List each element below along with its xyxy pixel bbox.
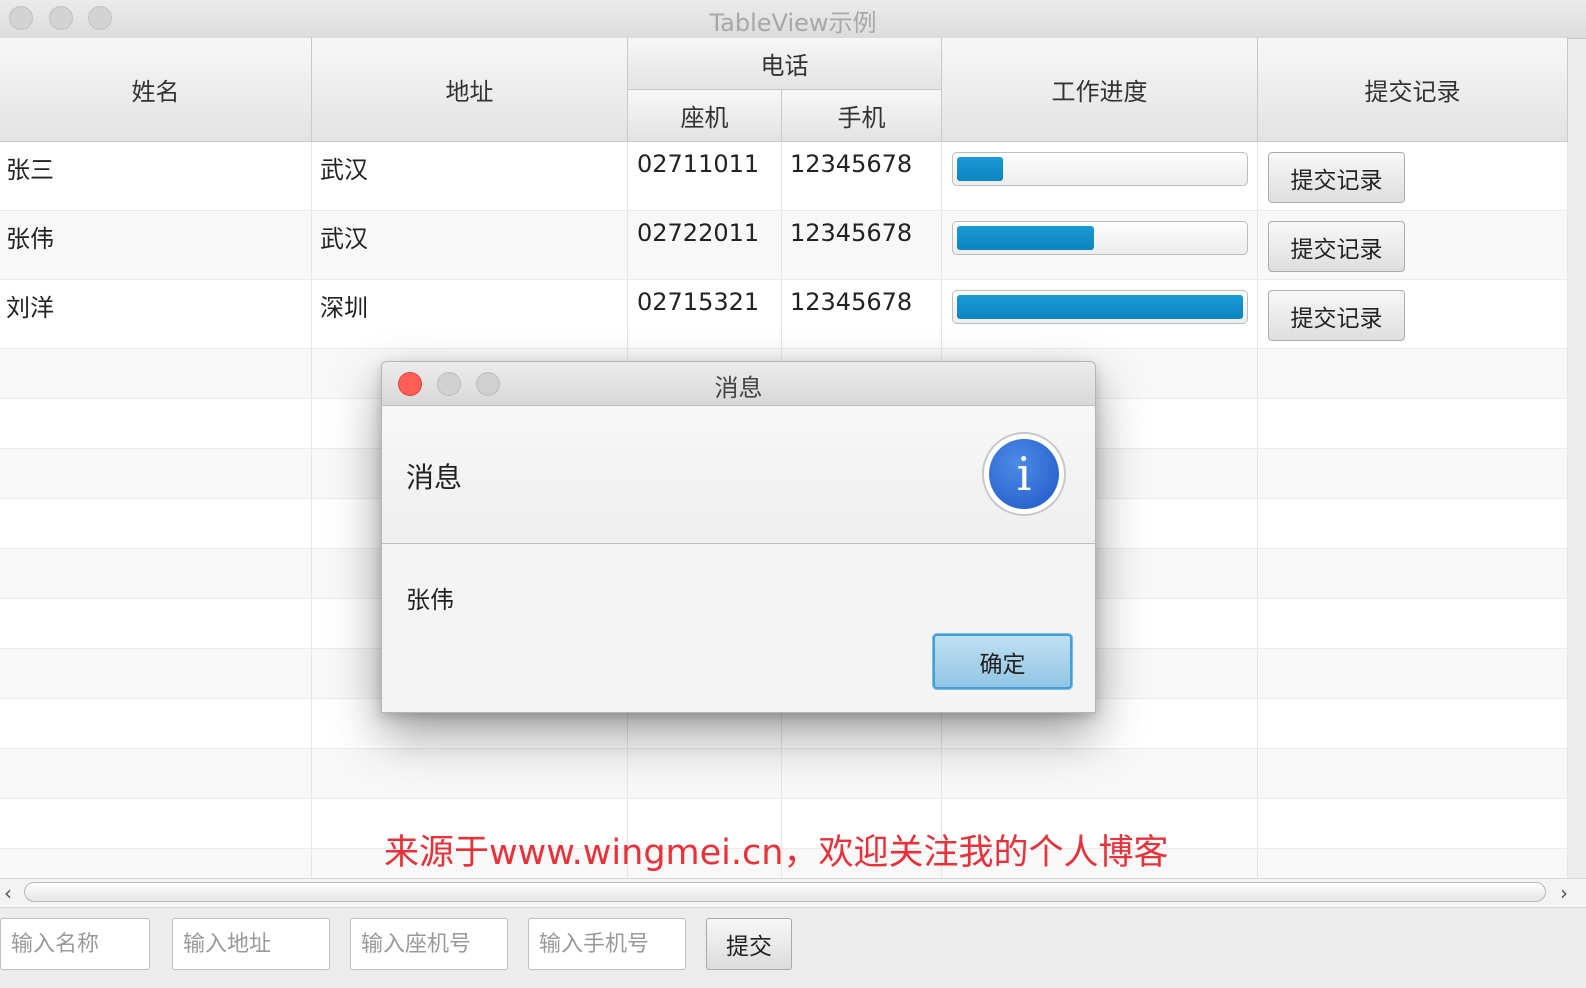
progress-bar <box>952 152 1248 186</box>
horizontal-scrollbar[interactable]: ‹ › <box>0 878 1586 908</box>
dialog-header: 消息 i <box>382 406 1095 544</box>
name-input[interactable] <box>0 918 150 970</box>
table-row[interactable]: 张伟 武汉 02722011 12345678 提交记录 <box>0 211 1568 280</box>
window-title: TableView示例 <box>709 9 877 37</box>
name-cell: 张三 <box>0 142 312 210</box>
progress-fill <box>957 295 1243 319</box>
dialog-titlebar: 消息 <box>382 362 1095 406</box>
landline-cell: 02711011 <box>628 142 782 210</box>
name-cell: 刘洋 <box>0 280 312 348</box>
landline-cell: 02722011 <box>628 211 782 279</box>
column-header-address[interactable]: 地址 <box>312 38 628 142</box>
scroll-left-icon[interactable]: ‹ <box>4 881 12 905</box>
column-header-phone: 电话 <box>628 38 942 90</box>
column-header-progress[interactable]: 工作进度 <box>942 38 1258 142</box>
watermark-text: 来源于www.wingmei.cn，欢迎关注我的个人博客 <box>384 833 1169 873</box>
action-cell: 提交记录 <box>1258 142 1568 210</box>
address-cell: 武汉 <box>312 211 628 279</box>
address-input[interactable] <box>172 918 330 970</box>
table-row[interactable]: 张三 武汉 02711011 12345678 提交记录 <box>0 142 1568 211</box>
empty-row <box>0 749 1568 799</box>
landline-input[interactable] <box>350 918 508 970</box>
name-cell: 张伟 <box>0 211 312 279</box>
mobile-cell: 12345678 <box>782 211 942 279</box>
progress-fill <box>957 157 1003 181</box>
address-cell: 武汉 <box>312 142 628 210</box>
mobile-cell: 12345678 <box>782 142 942 210</box>
action-cell: 提交记录 <box>1258 280 1568 348</box>
scroll-right-icon[interactable]: › <box>1560 881 1568 905</box>
scrollbar-thumb[interactable] <box>24 882 1546 902</box>
submit-record-button[interactable]: 提交记录 <box>1268 152 1405 203</box>
dialog-header-text: 消息 <box>406 461 463 494</box>
column-header-landline[interactable]: 座机 <box>628 90 782 142</box>
progress-cell <box>942 211 1258 279</box>
table-row[interactable]: 刘洋 深圳 02715321 12345678 提交记录 <box>0 280 1568 349</box>
progress-cell <box>942 280 1258 348</box>
mobile-cell: 12345678 <box>782 280 942 348</box>
window-titlebar: TableView示例 <box>0 0 1586 39</box>
dialog-content-text: 张伟 <box>406 586 454 614</box>
dialog-title: 消息 <box>714 374 763 402</box>
landline-cell: 02715321 <box>628 280 782 348</box>
progress-bar <box>952 290 1248 324</box>
address-cell: 深圳 <box>312 280 628 348</box>
progress-fill <box>957 226 1095 250</box>
info-icon: i <box>982 432 1066 516</box>
submit-record-button[interactable]: 提交记录 <box>1268 221 1405 272</box>
submit-button[interactable]: 提交 <box>706 918 792 970</box>
column-header-mobile[interactable]: 手机 <box>782 90 942 142</box>
message-dialog: 消息 消息 i 张伟 确定 <box>381 361 1096 713</box>
ok-button[interactable]: 确定 <box>933 634 1072 689</box>
column-header-submit-record[interactable]: 提交记录 <box>1258 38 1568 142</box>
mobile-input[interactable] <box>528 918 686 970</box>
submit-record-button[interactable]: 提交记录 <box>1268 290 1405 341</box>
column-header-name[interactable]: 姓名 <box>0 38 312 142</box>
progress-cell <box>942 142 1258 210</box>
action-cell: 提交记录 <box>1258 211 1568 279</box>
progress-bar <box>952 221 1248 255</box>
